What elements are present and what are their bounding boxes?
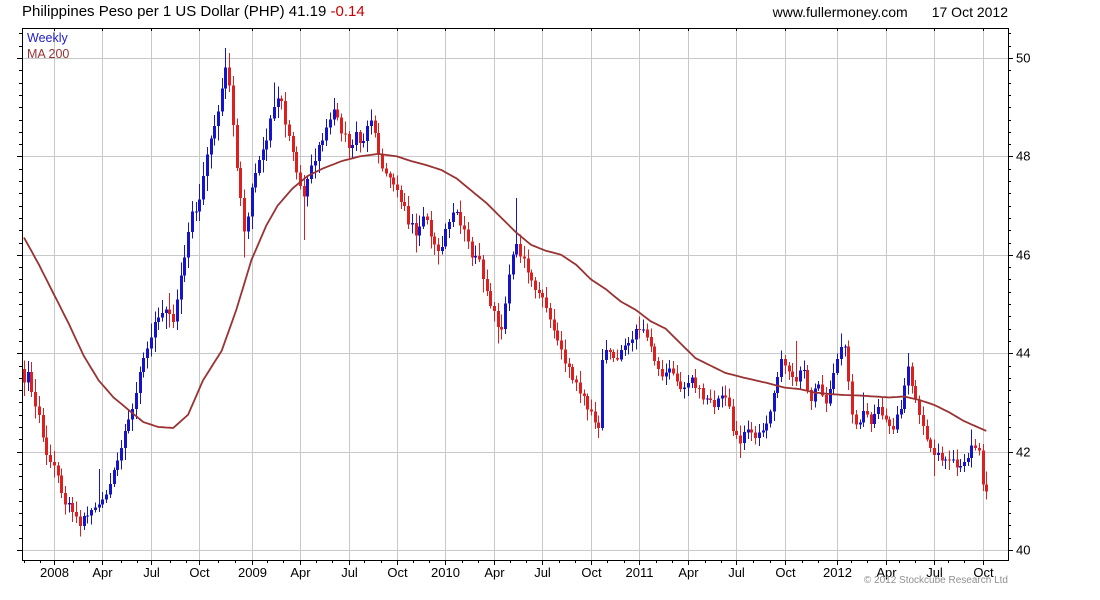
chart-page: Philippines Peso per 1 US Dollar (PHP) 4… bbox=[0, 0, 1100, 600]
last-price: 41.19 bbox=[288, 3, 327, 20]
x-axis-label: Jul bbox=[534, 565, 551, 580]
ma-line-layer bbox=[23, 152, 987, 432]
price-chart: 40 42 44 46 48 50 2008 Apr Jul Oct 2009 Apr Jul Oct 20… bbox=[17, 28, 1030, 580]
legend-ma-label: MA 200 bbox=[27, 47, 70, 61]
x-axis-label: Oct bbox=[189, 565, 210, 580]
candles-layer bbox=[23, 48, 988, 537]
x-axis-label: 2011 bbox=[626, 565, 654, 580]
x-axis-label: Oct bbox=[387, 565, 408, 580]
x-axis-label: Jul bbox=[143, 565, 160, 580]
price-change: -0.14 bbox=[330, 3, 365, 20]
x-axis-label: Oct bbox=[581, 565, 602, 580]
copyright-notice: © 2012 Stockcube Research Ltd bbox=[863, 575, 1008, 586]
x-axis-label: Apr bbox=[678, 565, 699, 580]
y-axis-label: 46 bbox=[1016, 248, 1030, 263]
x-axis-label: 2008 bbox=[40, 565, 69, 580]
x-axis-label: Jul bbox=[341, 565, 358, 580]
y-axis-label: 48 bbox=[1016, 149, 1030, 164]
y-axis-label: 44 bbox=[1016, 346, 1030, 361]
legend-timeframe: Weekly bbox=[27, 31, 68, 45]
x-axis-label: Jul bbox=[728, 565, 745, 580]
chart-date: 17 Oct 2012 bbox=[931, 4, 1008, 20]
x-axis-label: 2012 bbox=[823, 565, 852, 580]
chart-title: Philippines Peso per 1 US Dollar (PHP) 4… bbox=[22, 3, 365, 20]
header-right: www.fullermoney.com 17 Oct 2012 bbox=[773, 4, 1008, 20]
x-axis-label: Apr bbox=[290, 565, 311, 580]
x-axis-label: Apr bbox=[484, 565, 505, 580]
website-link: www.fullermoney.com bbox=[772, 4, 908, 20]
x-axis-label: 2009 bbox=[238, 565, 267, 580]
ma-200-line bbox=[23, 152, 987, 432]
legend: Weekly MA 200 bbox=[27, 30, 69, 62]
y-axis-label: 40 bbox=[1016, 543, 1030, 558]
x-axis-label: Oct bbox=[775, 565, 796, 580]
instrument-title: Philippines Peso per 1 US Dollar (PHP) bbox=[22, 3, 285, 20]
y-axis-label: 42 bbox=[1016, 445, 1030, 460]
x-axis-label: Apr bbox=[92, 565, 113, 580]
y-axis-label: 50 bbox=[1016, 51, 1030, 66]
x-axis-label: 2010 bbox=[431, 565, 460, 580]
